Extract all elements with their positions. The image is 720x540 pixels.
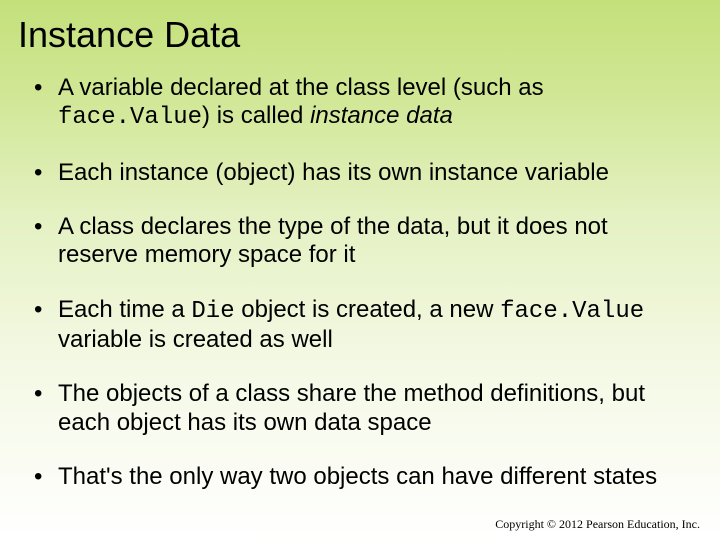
bullet-1-text-b: ) is called [202,102,310,129]
bullet-4: Each time a Die object is created, a new… [30,296,690,355]
bullet-1-code: face.Value [58,104,202,131]
bullet-6: That's the only way two objects can have… [30,463,690,491]
bullet-4-text-b: object is created, a new [235,296,500,323]
bullet-4-code-1: Die [191,298,234,325]
bullet-3: A class declares the type of the data, b… [30,213,690,270]
bullet-4-text-c: variable is created as well [58,326,333,353]
bullet-4-code-2: face.Value [500,298,644,325]
bullet-1-italic: instance data [310,102,453,129]
copyright-footer: Copyright © 2012 Pearson Education, Inc. [495,517,700,532]
bullet-2: Each instance (object) has its own insta… [30,159,690,187]
slide: Instance Data A variable declared at the… [0,0,720,540]
bullet-4-text-a: Each time a [58,296,191,323]
bullet-1-text-a: A variable declared at the class level (… [58,74,544,101]
bullet-1: A variable declared at the class level (… [30,74,690,133]
bullet-list: A variable declared at the class level (… [30,74,690,491]
slide-title: Instance Data [18,14,690,56]
bullet-5: The objects of a class share the method … [30,380,690,437]
